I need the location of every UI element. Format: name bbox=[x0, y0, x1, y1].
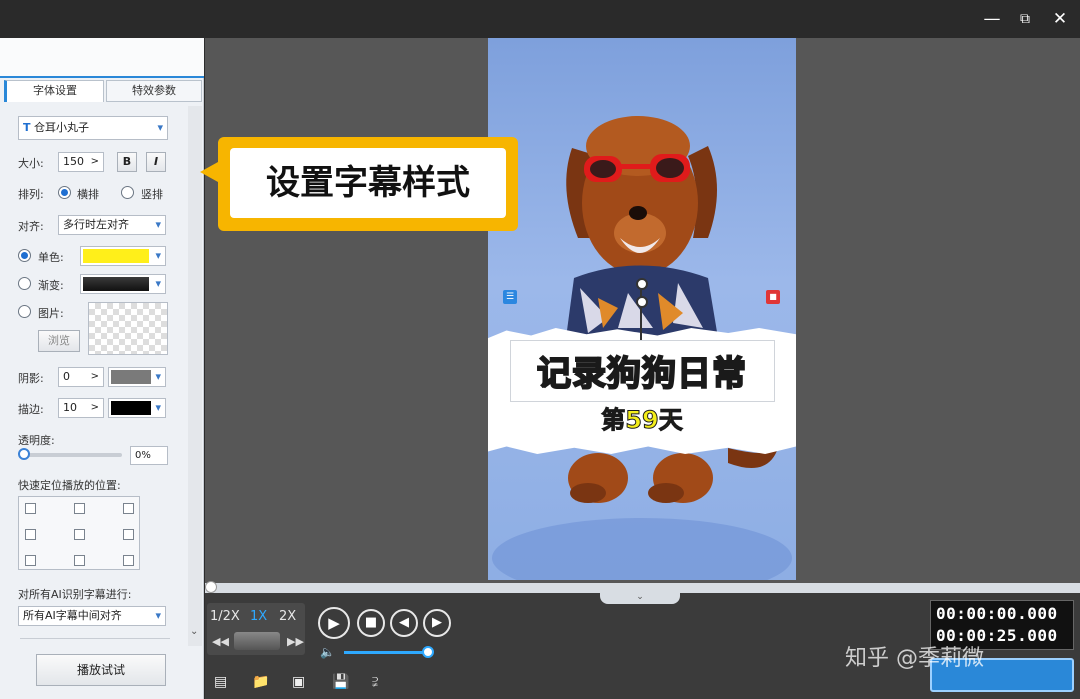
bold-button[interactable]: B bbox=[117, 152, 137, 172]
shadow-label: 阴影: bbox=[18, 372, 44, 385]
opacity-slider-handle[interactable] bbox=[18, 448, 30, 460]
italic-button[interactable]: I bbox=[146, 152, 166, 172]
tab-effect-params[interactable]: 特效参数 bbox=[106, 80, 202, 102]
size-label: 大小: bbox=[18, 157, 44, 170]
ai-label: 对所有AI识别字幕进行: bbox=[18, 588, 132, 601]
size-value: 150 bbox=[63, 155, 84, 168]
opacity-label: 透明度: bbox=[18, 434, 55, 447]
gradient-picker[interactable] bbox=[80, 274, 166, 294]
title-bar: — ⧉ ✕ bbox=[0, 0, 1080, 38]
solid-color-picker[interactable] bbox=[80, 246, 166, 266]
progress-handle[interactable] bbox=[205, 581, 217, 593]
position-middle-right[interactable] bbox=[123, 529, 134, 540]
speed-2x[interactable]: 2X bbox=[279, 609, 296, 624]
position-top-left[interactable] bbox=[25, 503, 36, 514]
panel-scrollbar[interactable] bbox=[188, 106, 202, 646]
size-input[interactable]: 150 > bbox=[58, 152, 104, 172]
panel-header bbox=[0, 38, 204, 78]
shadow-color-swatch bbox=[111, 370, 151, 384]
share-icon[interactable]: ⫌ bbox=[372, 674, 390, 690]
solid-color-swatch bbox=[83, 249, 149, 263]
delete-icon[interactable]: ■ bbox=[766, 290, 780, 304]
position-top-right[interactable] bbox=[123, 503, 134, 514]
shadow-value: 0 bbox=[63, 370, 70, 383]
stroke-value: 10 bbox=[63, 401, 77, 414]
dog-image bbox=[492, 116, 792, 580]
font-select[interactable]: T 仓耳小丸子 bbox=[18, 116, 168, 140]
solid-color-label: 单色: bbox=[38, 251, 64, 264]
stroke-color-swatch bbox=[111, 401, 151, 415]
font-type-icon: T bbox=[23, 121, 31, 134]
position-bottom-right[interactable] bbox=[123, 555, 134, 566]
stroke-label: 描边: bbox=[18, 403, 44, 416]
stroke-input[interactable]: 10 > bbox=[58, 398, 104, 418]
fast-forward-icon[interactable]: ▶▶ bbox=[287, 635, 304, 648]
scroll-down-icon[interactable]: ⌄ bbox=[190, 626, 198, 637]
rotate-handle[interactable] bbox=[636, 278, 648, 290]
align-value: 多行时左对齐 bbox=[63, 218, 129, 231]
position-middle-left[interactable] bbox=[25, 529, 36, 540]
volume-handle[interactable] bbox=[422, 646, 434, 658]
gradient-label: 渐变: bbox=[38, 279, 64, 292]
video-canvas: 记录狗狗日常 第59天 ☰ ■ bbox=[488, 38, 796, 580]
position-label: 快速定位播放的位置: bbox=[18, 479, 121, 492]
vertical-radio[interactable] bbox=[121, 186, 134, 199]
callout-text: 设置字幕样式 bbox=[230, 148, 506, 218]
caption-subtitle: 第59天 bbox=[601, 406, 683, 435]
volume-icon[interactable]: 🔈 bbox=[320, 645, 335, 659]
play-test-button[interactable]: 播放试试 bbox=[36, 654, 166, 686]
opacity-slider-track[interactable] bbox=[22, 453, 122, 457]
close-icon[interactable]: ✕ bbox=[1048, 8, 1072, 30]
minimize-icon[interactable]: — bbox=[980, 8, 1004, 30]
font-name: 仓耳小丸子 bbox=[34, 121, 90, 134]
speed-half[interactable]: 1/2X bbox=[210, 609, 240, 624]
callout-pointer bbox=[200, 162, 218, 182]
align-select[interactable]: 多行时左对齐 bbox=[58, 215, 166, 235]
current-time: 00:00:00.000 bbox=[936, 604, 1058, 623]
play-button[interactable]: ▶ bbox=[318, 607, 350, 639]
ai-align-select[interactable]: 所有AI字幕中间对齐 bbox=[18, 606, 166, 626]
position-bottom-center[interactable] bbox=[74, 555, 85, 566]
gradient-radio[interactable] bbox=[18, 277, 31, 290]
arrange-label: 排列: bbox=[18, 188, 44, 201]
speed-slider[interactable] bbox=[234, 632, 280, 650]
caption-title: 记录狗狗日常 bbox=[536, 353, 747, 395]
anchor-handle[interactable] bbox=[636, 296, 648, 308]
subtitle-icon[interactable]: ▤ bbox=[214, 674, 232, 690]
browse-button[interactable]: 浏览 bbox=[38, 330, 80, 352]
panel-divider bbox=[20, 638, 170, 639]
list-icon[interactable]: ☰ bbox=[503, 290, 517, 304]
image-fill-preview bbox=[88, 302, 168, 355]
volume-slider[interactable] bbox=[344, 651, 428, 654]
ai-align-value: 所有AI字幕中间对齐 bbox=[23, 609, 122, 622]
collapse-toggle[interactable]: ⌄ bbox=[600, 592, 680, 604]
save-icon[interactable]: 💾 bbox=[332, 674, 350, 690]
shadow-color-picker[interactable] bbox=[108, 367, 166, 387]
vertical-label: 竖排 bbox=[141, 188, 163, 201]
open-folder-icon[interactable]: 📁 bbox=[252, 674, 270, 690]
prev-frame-button[interactable]: ◀ bbox=[390, 609, 418, 637]
image-fill-label: 图片: bbox=[38, 307, 64, 320]
horizontal-radio[interactable] bbox=[58, 186, 71, 199]
position-middle-center[interactable] bbox=[74, 529, 85, 540]
gradient-swatch bbox=[83, 277, 149, 291]
position-bottom-left[interactable] bbox=[25, 555, 36, 566]
rewind-icon[interactable]: ◀◀ bbox=[212, 635, 229, 648]
position-top-center[interactable] bbox=[74, 503, 85, 514]
speed-1x[interactable]: 1X bbox=[250, 609, 267, 624]
align-label: 对齐: bbox=[18, 220, 44, 233]
restore-icon[interactable]: ⧉ bbox=[1013, 8, 1037, 30]
stroke-color-picker[interactable] bbox=[108, 398, 166, 418]
horizontal-label: 横排 bbox=[77, 188, 99, 201]
shadow-input[interactable]: 0 > bbox=[58, 367, 104, 387]
stop-button[interactable]: ■ bbox=[357, 609, 385, 637]
folder-icon[interactable]: ▣ bbox=[292, 674, 310, 690]
solid-color-radio[interactable] bbox=[18, 249, 31, 262]
next-frame-button[interactable]: ▶ bbox=[423, 609, 451, 637]
opacity-input[interactable]: 0% bbox=[130, 446, 168, 465]
watermark: 知乎 @季莉微 bbox=[845, 646, 984, 671]
tab-font-settings[interactable]: 字体设置 bbox=[4, 80, 104, 102]
image-fill-radio[interactable] bbox=[18, 305, 31, 318]
